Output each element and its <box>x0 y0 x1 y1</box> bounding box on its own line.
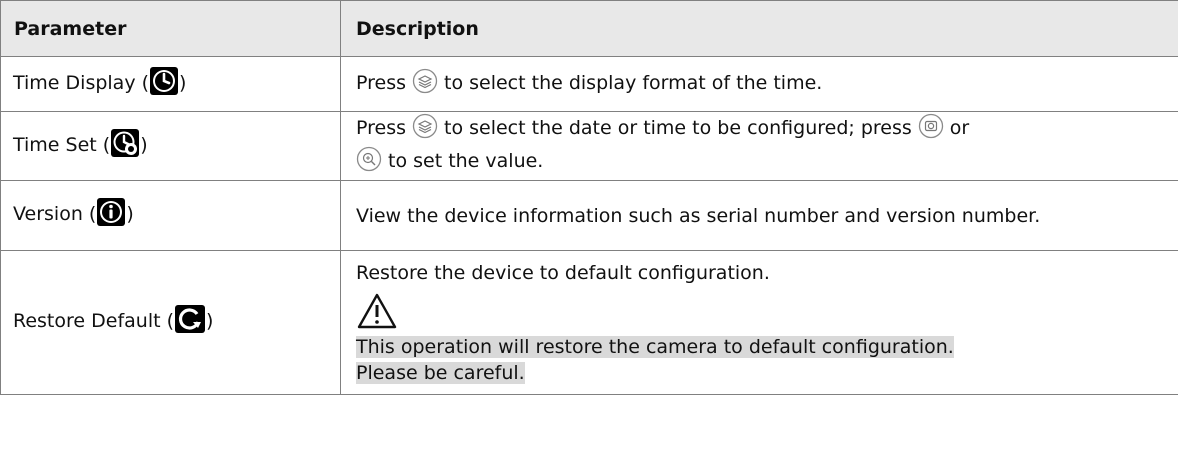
clock-set-icon <box>111 128 140 164</box>
parameter-header: Parameter <box>0 0 341 57</box>
layers-button-icon <box>412 113 438 146</box>
parameter-name: Restore Default ( <box>13 310 175 332</box>
description-cell: Restore the device to default configurat… <box>340 250 1178 395</box>
parameter-cell: Time Display () <box>0 56 341 112</box>
description-text: to select the display format of the time… <box>444 71 823 94</box>
parameter-close: ) <box>206 310 214 332</box>
warning-note-line: Please be careful. <box>356 361 525 384</box>
description-text: or <box>949 117 970 139</box>
info-icon <box>97 198 126 233</box>
parameter-cell: Restore Default () <box>0 250 341 395</box>
clock-icon <box>150 66 179 102</box>
parameter-name: Time Set ( <box>13 133 111 156</box>
table-row: Restore Default () Restore the device to… <box>0 250 1178 395</box>
description-cell: Press to select the date or time to be co… <box>340 111 1178 181</box>
description-cell: Press to select the display format of the… <box>340 56 1178 112</box>
parameter-close: ) <box>140 133 148 156</box>
warning-note: This operation will restore the camera t… <box>356 334 1168 386</box>
parameter-name: Version ( <box>13 203 97 225</box>
description-cell: View the device information such as seri… <box>340 180 1178 251</box>
parameter-cell: Time Set () <box>0 111 341 181</box>
parameter-cell: Version () <box>0 180 341 251</box>
table-row: Version () View the device information s… <box>0 180 1178 251</box>
zoom-button-icon <box>356 146 382 179</box>
warning-icon <box>356 293 398 335</box>
description-text: Restore the device to default configurat… <box>356 261 770 284</box>
warning-icon-wrap <box>356 292 1168 332</box>
description-text: to set the value. <box>388 150 544 172</box>
layers-button-icon <box>412 68 438 101</box>
restore-icon <box>175 305 206 340</box>
description-text: Press <box>356 117 407 139</box>
parameter-name: Time Display ( <box>13 71 150 94</box>
warning-note-line: This operation will restore the camera t… <box>356 335 954 358</box>
table-row: Time Display () Press to select the displ… <box>0 56 1178 112</box>
description-text: Press <box>356 71 407 94</box>
description-text: to select the date or time to be configu… <box>444 117 912 139</box>
parameter-close: ) <box>179 71 187 94</box>
description-header: Description <box>340 0 1178 57</box>
parameter-close: ) <box>126 203 134 225</box>
snapshot-button-icon <box>918 113 944 146</box>
table-row: Time Set () Press to select the date or t… <box>0 111 1178 181</box>
parameter-table: Parameter Description Time Display () Pr… <box>0 0 1178 395</box>
table-header-row: Parameter Description <box>0 0 1178 57</box>
